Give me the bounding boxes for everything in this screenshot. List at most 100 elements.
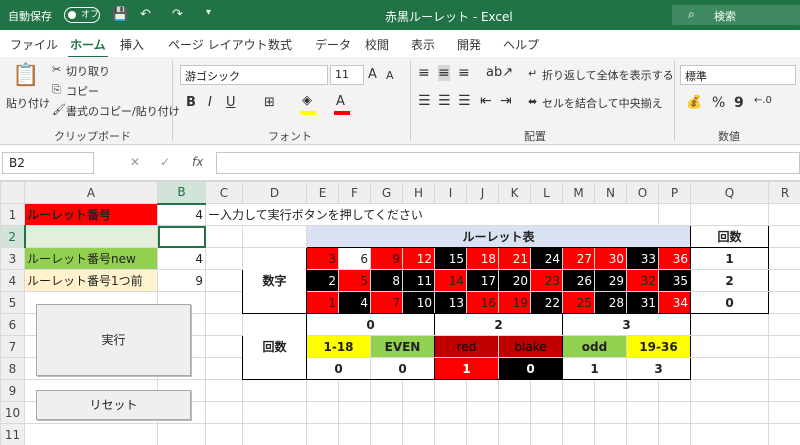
increase-indent-icon[interactable]: ⇥ (500, 93, 512, 109)
cell[interactable] (768, 247, 800, 270)
font-color-button[interactable]: A (336, 94, 345, 109)
column-header[interactable]: J (466, 181, 499, 204)
cell-c1-instruction[interactable]: ー入力して実行ボタンを押してください (205, 203, 627, 226)
column-header[interactable]: K (498, 181, 531, 204)
shrink-font-button[interactable]: A (386, 69, 394, 82)
row-header[interactable]: 1 (0, 203, 25, 226)
cell[interactable] (370, 379, 403, 402)
reset-button[interactable]: リセット (36, 390, 191, 420)
cell[interactable] (562, 423, 595, 445)
border-icon[interactable]: ⊞ (264, 95, 275, 110)
column-header[interactable]: A (24, 181, 158, 204)
cell-b2-selected[interactable] (157, 225, 206, 248)
cell-a1[interactable]: ルーレット番号 (24, 203, 158, 226)
cell[interactable] (594, 401, 627, 424)
cell[interactable] (562, 401, 595, 424)
cell[interactable] (768, 423, 800, 445)
cell-a2[interactable] (24, 225, 158, 248)
cell-b4[interactable]: 9 (157, 269, 206, 292)
tab-view[interactable]: 表示 (411, 36, 435, 53)
cell[interactable] (205, 313, 243, 336)
align-left-icon[interactable]: ☰ (418, 93, 431, 109)
row-header[interactable]: 5 (0, 291, 25, 314)
cell[interactable] (205, 423, 243, 445)
cell[interactable] (242, 225, 307, 248)
cell[interactable] (402, 379, 435, 402)
align-top-icon[interactable]: ≡ (418, 65, 430, 81)
cell-a3[interactable]: ルーレット番号new (24, 247, 158, 270)
cell[interactable] (205, 291, 243, 314)
cell[interactable] (690, 379, 769, 402)
cell[interactable] (402, 423, 435, 445)
cell[interactable] (530, 379, 563, 402)
cell[interactable] (306, 379, 339, 402)
cell[interactable] (466, 423, 499, 445)
cell[interactable] (626, 379, 659, 402)
underline-button[interactable]: U (226, 95, 236, 110)
cell-b3[interactable]: 4 (157, 247, 206, 270)
cell-a4[interactable]: ルーレット番号1つ前 (24, 269, 158, 292)
row-header[interactable]: 6 (0, 313, 25, 336)
row-header[interactable]: 10 (0, 401, 25, 424)
cell[interactable] (768, 269, 800, 292)
auto-save-toggle[interactable]: オフ (64, 7, 100, 23)
font-size-combo[interactable]: 11 (330, 65, 364, 85)
cell[interactable] (658, 379, 691, 402)
search-box[interactable]: ⌕ 検索 (672, 5, 800, 25)
comma-style-button[interactable]: 9 (734, 95, 744, 111)
cell[interactable] (205, 335, 243, 358)
align-right-icon[interactable]: ☰ (458, 93, 471, 109)
cell[interactable] (768, 225, 800, 248)
cell[interactable] (434, 401, 467, 424)
column-header[interactable]: Q (690, 181, 769, 204)
scissors-icon[interactable]: ✂ (52, 63, 61, 76)
cell[interactable] (242, 401, 307, 424)
cell[interactable] (690, 313, 769, 336)
cell[interactable] (205, 225, 243, 248)
cell[interactable] (466, 401, 499, 424)
wrap-text-icon[interactable]: ↵ (528, 67, 537, 80)
cell[interactable] (338, 379, 371, 402)
redo-icon[interactable]: ↷ (172, 7, 183, 22)
cell[interactable] (370, 401, 403, 424)
cell[interactable] (658, 423, 691, 445)
cell[interactable] (338, 423, 371, 445)
column-header[interactable]: B (157, 181, 206, 205)
increase-decimal-icon[interactable]: ←.0 (754, 95, 772, 106)
cell[interactable] (498, 379, 531, 402)
cell[interactable] (306, 401, 339, 424)
cell[interactable] (306, 423, 339, 445)
cell[interactable] (530, 401, 563, 424)
cell[interactable] (498, 423, 531, 445)
bold-button[interactable]: B (186, 95, 196, 110)
tab-formulas[interactable]: 数式 (268, 36, 292, 53)
cell[interactable] (658, 203, 691, 226)
column-header[interactable]: F (338, 181, 371, 204)
cell[interactable] (434, 379, 467, 402)
name-box[interactable]: B2 (2, 152, 94, 174)
row-header[interactable]: 7 (0, 335, 25, 358)
decrease-indent-icon[interactable]: ⇤ (480, 93, 492, 109)
cell[interactable] (205, 247, 243, 270)
cell[interactable] (498, 401, 531, 424)
cell[interactable] (434, 423, 467, 445)
format-painter-button[interactable]: 書式のコピー/貼り付け (66, 103, 180, 119)
column-header[interactable]: R (768, 181, 800, 204)
cell[interactable] (768, 313, 800, 336)
cell[interactable] (690, 357, 769, 380)
column-header[interactable]: I (434, 181, 467, 204)
fill-color-icon[interactable]: ◈ (302, 93, 312, 108)
cell[interactable] (530, 423, 563, 445)
format-painter-icon[interactable]: 🖌 (52, 103, 66, 116)
cell[interactable] (626, 401, 659, 424)
italic-button[interactable]: I (208, 95, 212, 110)
cell[interactable] (768, 357, 800, 380)
cell[interactable] (768, 379, 800, 402)
cell[interactable] (466, 379, 499, 402)
tab-home[interactable]: ホーム (68, 36, 108, 59)
row-header[interactable]: 3 (0, 247, 25, 270)
percent-button[interactable]: % (712, 95, 725, 111)
cancel-icon[interactable]: ✕ (130, 155, 140, 169)
cell[interactable] (594, 423, 627, 445)
column-header[interactable]: E (306, 181, 339, 204)
